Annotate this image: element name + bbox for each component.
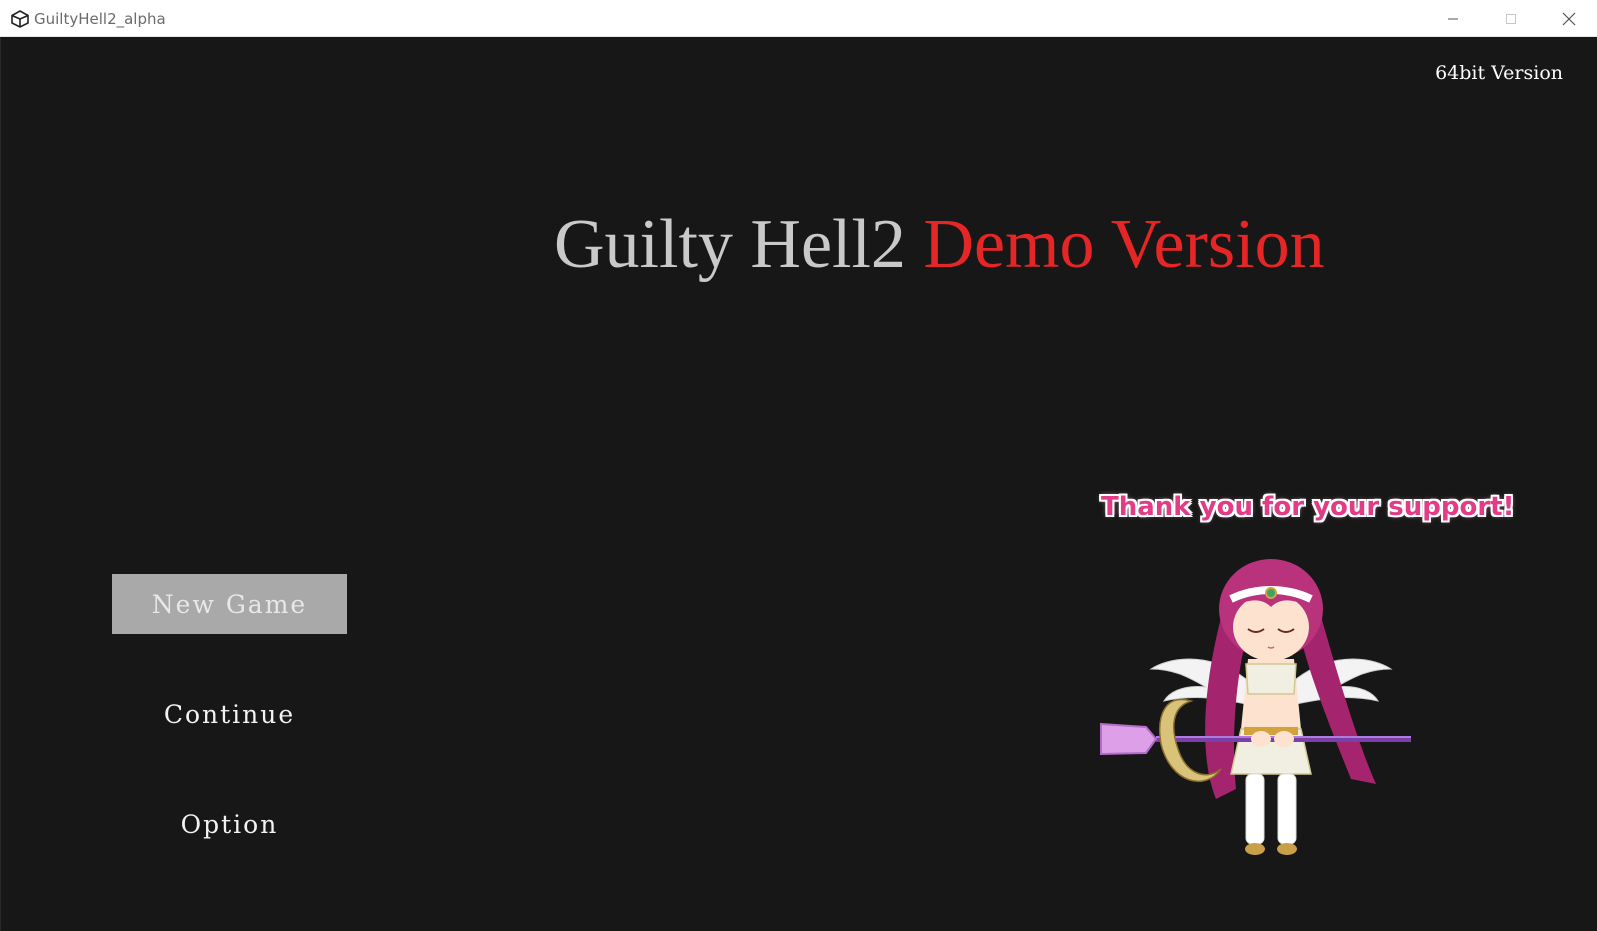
build-version-label: 64bit Version bbox=[1435, 62, 1563, 84]
window-title: GuiltyHell2_alpha bbox=[34, 10, 166, 28]
new-game-button[interactable]: New Game bbox=[112, 574, 347, 634]
minimize-icon bbox=[1448, 18, 1458, 19]
game-title-main: Guilty Hell2 bbox=[554, 206, 906, 283]
thanks-banner: Thank you for your support! bbox=[1101, 492, 1515, 522]
unity-icon bbox=[11, 10, 29, 28]
option-button[interactable]: Option bbox=[112, 794, 347, 854]
game-title: Guilty Hell2 Demo Version bbox=[554, 205, 1325, 285]
angel-mascot-illustration bbox=[1100, 559, 1411, 855]
close-button[interactable] bbox=[1546, 0, 1592, 37]
window-titlebar[interactable]: GuiltyHell2_alpha bbox=[0, 0, 1597, 37]
minimize-button[interactable] bbox=[1430, 0, 1476, 37]
close-icon bbox=[1562, 12, 1576, 25]
game-title-demo: Demo Version bbox=[923, 206, 1325, 283]
continue-button[interactable]: Continue bbox=[112, 684, 347, 744]
maximize-button[interactable] bbox=[1488, 0, 1534, 37]
game-screen[interactable]: 64bit Version Guilty Hell2 Demo Version … bbox=[0, 37, 1597, 931]
maximize-icon bbox=[1506, 13, 1516, 24]
